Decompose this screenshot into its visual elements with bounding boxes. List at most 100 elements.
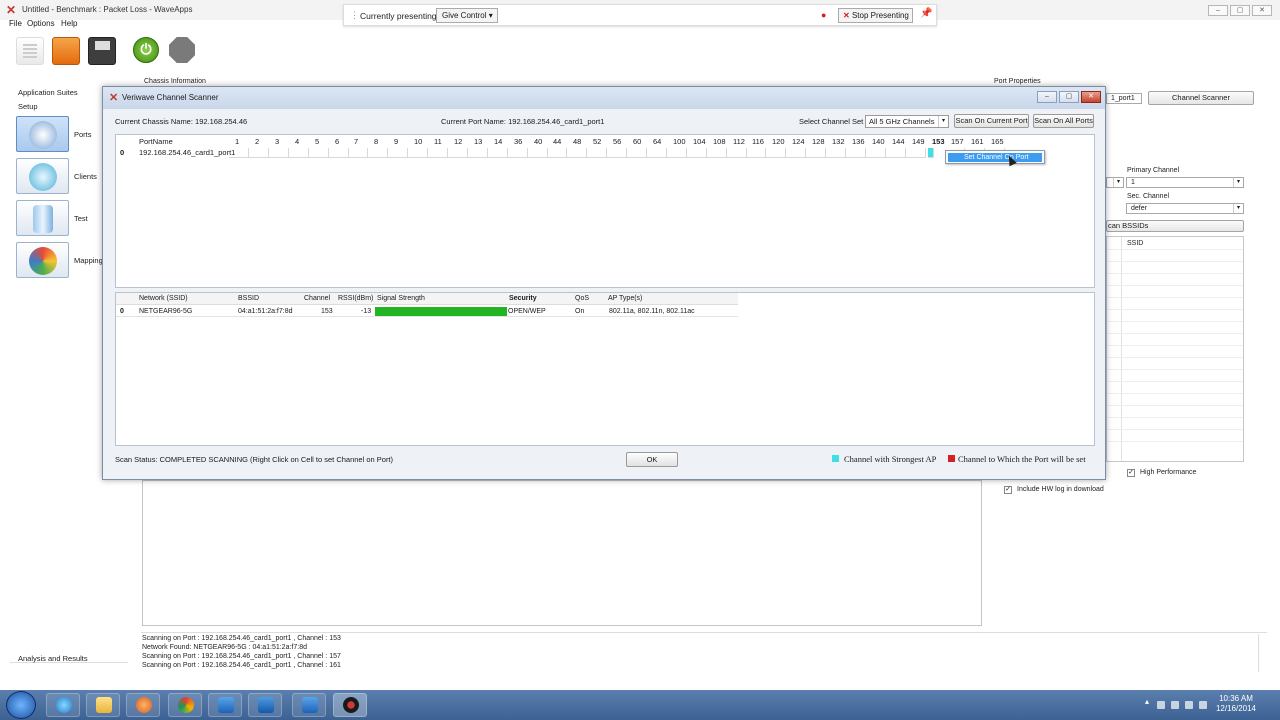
ok-button[interactable]: OK: [626, 452, 678, 467]
pin-icon[interactable]: 📌: [920, 8, 932, 19]
channel-cell-10[interactable]: [408, 148, 428, 158]
channel-cell-48[interactable]: [567, 148, 587, 158]
channel-cell-1[interactable]: [229, 148, 249, 158]
port-field[interactable]: 1_port1: [1106, 93, 1142, 104]
primary-channel-combo[interactable]: 1 ▾: [1126, 177, 1244, 188]
networks-grid-header: Network (SSID) BSSID Channel RSSI(dBm) S…: [116, 293, 738, 305]
table-row: [1107, 285, 1243, 286]
channel-cell-120[interactable]: [766, 148, 786, 158]
chrome-icon[interactable]: [168, 693, 202, 717]
sec-channel-combo[interactable]: defer ▾: [1126, 203, 1244, 214]
clients-label: Clients: [74, 172, 97, 181]
set-channel-on-port-menu-item[interactable]: Set Channel On Port: [948, 153, 1042, 162]
menu-help[interactable]: Help: [61, 19, 77, 28]
channel-cell-2[interactable]: [249, 148, 269, 158]
channel-cell-108[interactable]: [707, 148, 727, 158]
maximize-button[interactable]: ▢: [1230, 5, 1250, 16]
channel-cell-40[interactable]: [528, 148, 548, 158]
clients-button[interactable]: [16, 158, 69, 194]
tray-clock[interactable]: 10:36 AM 12/16/2014: [1206, 694, 1266, 714]
menu-options[interactable]: Options: [27, 19, 55, 28]
channel-cell-5[interactable]: [309, 148, 329, 158]
waveapps-icon[interactable]: [333, 693, 367, 717]
network-icon[interactable]: [1185, 701, 1193, 709]
channel-cell-36[interactable]: [508, 148, 528, 158]
channel-cell-44[interactable]: [547, 148, 567, 158]
channel-cell-6[interactable]: [329, 148, 349, 158]
close-button[interactable]: ✕: [1252, 5, 1272, 16]
channel-cell-11[interactable]: [428, 148, 448, 158]
channel-cell-144[interactable]: [886, 148, 906, 158]
dialog-close-button[interactable]: ✕: [1081, 91, 1101, 103]
channel-cell-153[interactable]: [928, 148, 934, 158]
channel-cell-140[interactable]: [866, 148, 886, 158]
scan-all-ports-button[interactable]: Scan On All Ports: [1033, 114, 1094, 128]
channel-cell-60[interactable]: [627, 148, 647, 158]
give-control-dropdown[interactable]: Give Control ▾: [436, 8, 498, 23]
channel-cell-52[interactable]: [587, 148, 607, 158]
scan-current-port-button[interactable]: Scan On Current Port: [954, 114, 1029, 128]
channel-cell-112[interactable]: [727, 148, 747, 158]
start-button[interactable]: [6, 691, 36, 719]
table-row: [1107, 393, 1243, 394]
channel-header-116: 116: [752, 137, 764, 146]
stop-octagon-icon[interactable]: [169, 37, 195, 63]
menu-file[interactable]: File: [9, 19, 22, 28]
tray-flag-icon[interactable]: [1157, 701, 1165, 709]
channel-cell-13[interactable]: [468, 148, 488, 158]
stop-presenting-button[interactable]: ✕ Stop Presenting: [838, 8, 913, 23]
channel-cell-9[interactable]: [388, 148, 408, 158]
outlook-icon[interactable]: [248, 693, 282, 717]
channel-set-select[interactable]: All 5 GHz Channels ▾: [865, 115, 949, 128]
channel-cell-149[interactable]: [906, 148, 926, 158]
file-explorer-icon[interactable]: [86, 693, 120, 717]
internet-explorer-icon[interactable]: [46, 693, 80, 717]
channel-cell-56[interactable]: [607, 148, 627, 158]
channel-cell-3[interactable]: [269, 148, 289, 158]
channel-scanner-button[interactable]: Channel Scanner: [1148, 91, 1254, 105]
new-file-icon[interactable]: [16, 37, 44, 65]
lync-window-icon[interactable]: [292, 693, 326, 717]
channel-cell-7[interactable]: [348, 148, 368, 158]
analysis-results-link[interactable]: Analysis and Results: [18, 654, 88, 663]
channel-header-60: 60: [633, 137, 642, 146]
minimize-button[interactable]: –: [1208, 5, 1228, 16]
channel-cell-132[interactable]: [826, 148, 846, 158]
channel-cell-12[interactable]: [448, 148, 468, 158]
power-start-icon[interactable]: ⏻: [133, 37, 159, 63]
scan-bssids-button[interactable]: can BSSIDs: [1106, 220, 1244, 232]
include-hw-log-checkbox[interactable]: ✓: [1004, 486, 1012, 494]
channel-cell-14[interactable]: [488, 148, 508, 158]
drag-grip-icon[interactable]: ⋮: [350, 10, 359, 21]
high-performance-checkbox[interactable]: ✓: [1127, 469, 1135, 477]
ssid-header: SSID: [1127, 240, 1144, 247]
tray-app-icon[interactable]: [1171, 701, 1179, 709]
channel-cell-104[interactable]: [687, 148, 707, 158]
channel-cell-116[interactable]: [746, 148, 766, 158]
channel-cell-4[interactable]: [289, 148, 309, 158]
ports-button[interactable]: [16, 116, 69, 152]
lync-icon[interactable]: [208, 693, 242, 717]
channel-cell-136[interactable]: [846, 148, 866, 158]
dialog-maximize-button[interactable]: ▢: [1059, 91, 1079, 103]
log-scrollbar[interactable]: [1258, 634, 1268, 672]
channel-cell-128[interactable]: [806, 148, 826, 158]
ap-types-column-header: AP Type(s): [608, 295, 643, 302]
open-folder-icon[interactable]: [52, 37, 80, 65]
table-row: [1107, 261, 1243, 262]
channel-cell-100[interactable]: [667, 148, 687, 158]
test-button[interactable]: [16, 200, 69, 236]
dialog-minimize-button[interactable]: –: [1037, 91, 1057, 103]
recording-dot-icon: ●: [821, 10, 827, 20]
channel-cell-8[interactable]: [368, 148, 388, 158]
band-combo[interactable]: ▾: [1106, 177, 1124, 188]
tray-expand-icon[interactable]: ▴: [1145, 697, 1153, 706]
channel-header-104: 104: [693, 137, 706, 146]
save-icon[interactable]: [88, 37, 116, 65]
channel-cell-64[interactable]: [647, 148, 667, 158]
media-player-icon[interactable]: [126, 693, 160, 717]
table-row: [1107, 441, 1243, 442]
table-row[interactable]: 0 NETGEAR96-5G 04:a1:51:2a:f7:8d 153 -13…: [116, 306, 738, 317]
mapping-button[interactable]: [16, 242, 69, 278]
channel-cell-124[interactable]: [786, 148, 806, 158]
